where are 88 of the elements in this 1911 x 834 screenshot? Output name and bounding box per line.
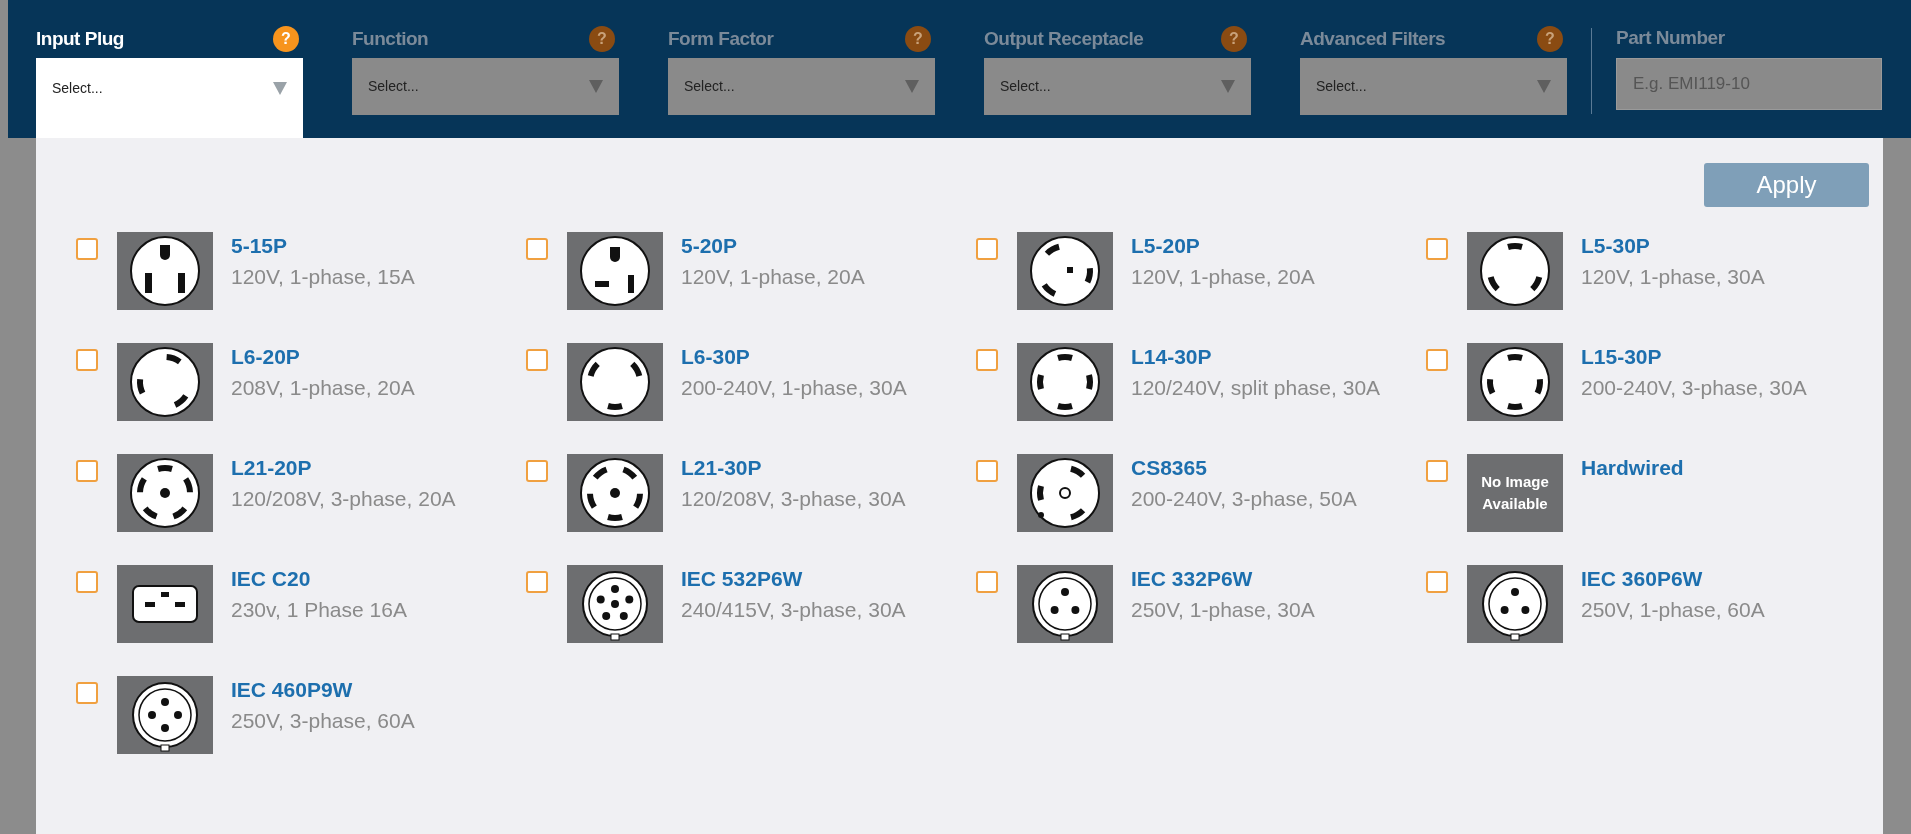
help-button[interactable]: ? bbox=[1537, 26, 1563, 52]
filter-label: Input Plug bbox=[36, 26, 124, 51]
checkbox[interactable] bbox=[526, 460, 548, 482]
plug-icon bbox=[117, 232, 213, 310]
plug-spec: 250V, 1-phase, 60A bbox=[1581, 597, 1766, 623]
caret-icon bbox=[905, 80, 919, 93]
select-dropdown[interactable]: Select... bbox=[352, 58, 619, 115]
checkbox[interactable] bbox=[76, 238, 98, 260]
plug-name[interactable]: IEC 360P6W bbox=[1581, 565, 1866, 593]
plug-name[interactable]: L5-20P bbox=[1131, 232, 1416, 260]
plug-spec: 200-240V, 3-phase, 30A bbox=[1581, 375, 1808, 401]
caret-icon bbox=[273, 82, 287, 95]
plug-spec: 120V, 1-phase, 20A bbox=[1131, 264, 1316, 290]
checkbox[interactable] bbox=[76, 460, 98, 482]
plug-name[interactable]: IEC 532P6W bbox=[681, 565, 966, 593]
plug-icon bbox=[567, 454, 663, 532]
select-dropdown[interactable]: Select... bbox=[668, 58, 935, 115]
plug-name[interactable]: L6-30P bbox=[681, 343, 966, 371]
plug-spec: 120/240V, split phase, 30A bbox=[1131, 375, 1382, 401]
plug-name[interactable]: 5-20P bbox=[681, 232, 966, 260]
apply-button[interactable]: Apply bbox=[1704, 163, 1869, 207]
plug-icon bbox=[567, 565, 663, 643]
plug-spec: 120V, 1-phase, 15A bbox=[231, 264, 416, 290]
plug-name[interactable]: CS8365 bbox=[1131, 454, 1416, 482]
plug-spec: 120/208V, 3-phase, 20A bbox=[231, 486, 457, 512]
checkbox[interactable] bbox=[1426, 238, 1448, 260]
filter-label: Output Receptacle bbox=[984, 26, 1144, 51]
plug-icon bbox=[1467, 343, 1563, 421]
caret-icon bbox=[589, 80, 603, 93]
plug-name[interactable]: IEC C20 bbox=[231, 565, 516, 593]
filter-label: Advanced Filters bbox=[1300, 26, 1446, 51]
help-button[interactable]: ? bbox=[905, 26, 931, 52]
plug-spec: 120V, 1-phase, 20A bbox=[681, 264, 866, 290]
plug-icon bbox=[117, 676, 213, 754]
plug-spec: 120/208V, 3-phase, 30A bbox=[681, 486, 907, 512]
plug-icon bbox=[567, 343, 663, 421]
checkbox[interactable] bbox=[976, 349, 998, 371]
plug-spec: 200-240V, 1-phase, 30A bbox=[681, 375, 908, 401]
checkbox[interactable] bbox=[76, 682, 98, 704]
plug-name[interactable]: Hardwired bbox=[1581, 454, 1866, 482]
plug-spec: 230v, 1 Phase 16A bbox=[231, 597, 408, 623]
checkbox[interactable] bbox=[976, 238, 998, 260]
plug-icon bbox=[117, 343, 213, 421]
plug-icon bbox=[117, 565, 213, 643]
select-dropdown[interactable]: Select... bbox=[1300, 58, 1567, 115]
plug-name[interactable]: IEC 332P6W bbox=[1131, 565, 1416, 593]
select-dropdown[interactable]: Select... bbox=[36, 58, 303, 138]
filter-label: Part Number bbox=[1616, 26, 1726, 50]
plug-spec: 240/415V, 3-phase, 30A bbox=[681, 597, 907, 623]
checkbox[interactable] bbox=[976, 571, 998, 593]
filter-label: Form Factor bbox=[668, 26, 774, 51]
caret-icon bbox=[1537, 80, 1551, 93]
plug-name[interactable]: L5-30P bbox=[1581, 232, 1866, 260]
plug-name[interactable]: L14-30P bbox=[1131, 343, 1416, 371]
plug-spec: 200-240V, 3-phase, 50A bbox=[1131, 486, 1358, 512]
checkbox[interactable] bbox=[526, 238, 548, 260]
filter-label: Function bbox=[352, 26, 429, 51]
checkbox[interactable] bbox=[976, 460, 998, 482]
plug-icon bbox=[1017, 343, 1113, 421]
plug-name[interactable]: 5-15P bbox=[231, 232, 516, 260]
plug-name[interactable]: L21-30P bbox=[681, 454, 966, 482]
plug-icon bbox=[567, 232, 663, 310]
checkbox[interactable] bbox=[1426, 571, 1448, 593]
plug-spec: 120V, 1-phase, 30A bbox=[1581, 264, 1766, 290]
help-button[interactable]: ? bbox=[1221, 26, 1247, 52]
plug-spec: 208V, 1-phase, 20A bbox=[231, 375, 416, 401]
checkbox[interactable] bbox=[526, 571, 548, 593]
plug-icon bbox=[117, 454, 213, 532]
plug-name[interactable]: IEC 460P9W bbox=[231, 676, 516, 704]
plug-spec: 250V, 3-phase, 60A bbox=[231, 708, 416, 734]
plug-name[interactable]: L15-30P bbox=[1581, 343, 1866, 371]
checkbox[interactable] bbox=[1426, 460, 1448, 482]
plug-name[interactable]: L6-20P bbox=[231, 343, 516, 371]
caret-icon bbox=[1221, 80, 1235, 93]
plug-icon bbox=[1017, 232, 1113, 310]
plug-icon bbox=[1017, 454, 1113, 532]
plug-name[interactable]: L21-20P bbox=[231, 454, 516, 482]
checkbox[interactable] bbox=[76, 571, 98, 593]
checkbox[interactable] bbox=[1426, 349, 1448, 371]
no-image-tile: No Image Available bbox=[1467, 454, 1563, 532]
plug-icon bbox=[1467, 565, 1563, 643]
select-dropdown[interactable]: Select... bbox=[984, 58, 1251, 115]
help-button[interactable]: ? bbox=[589, 26, 615, 52]
checkbox[interactable] bbox=[526, 349, 548, 371]
checkbox[interactable] bbox=[76, 349, 98, 371]
plug-spec: 250V, 1-phase, 30A bbox=[1131, 597, 1316, 623]
plug-icon bbox=[1017, 565, 1113, 643]
plug-icon bbox=[1467, 232, 1563, 310]
